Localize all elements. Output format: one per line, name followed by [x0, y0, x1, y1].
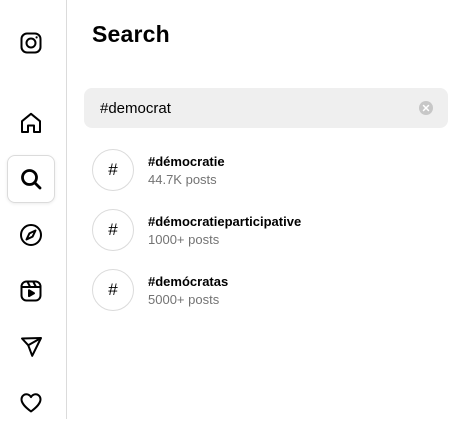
- search-icon[interactable]: [7, 155, 55, 203]
- hashtag-name: #démocratie: [148, 154, 225, 169]
- hashtag-name: #demócratas: [148, 274, 229, 289]
- search-panel: Search # #démocratie 44.7K posts # #démo…: [68, 0, 462, 419]
- instagram-logo-icon[interactable]: [7, 19, 55, 67]
- home-icon[interactable]: [7, 99, 55, 147]
- search-box: [84, 88, 448, 128]
- messages-send-icon[interactable]: [7, 323, 55, 371]
- hashtag-post-count: 44.7K posts: [148, 172, 217, 187]
- hashtag-icon: #: [92, 209, 134, 251]
- search-result-item[interactable]: # #demócratas 5000+ posts: [92, 265, 448, 325]
- explore-compass-icon[interactable]: [7, 211, 55, 259]
- search-result-item[interactable]: # #démocratie 44.7K posts: [92, 145, 448, 205]
- sidebar-nav: [0, 0, 67, 419]
- hashtag-post-count: 1000+ posts: [148, 232, 220, 247]
- hashtag-name: #démocratieparticipative: [148, 214, 302, 229]
- clear-search-icon[interactable]: [419, 101, 433, 115]
- hashtag-icon: #: [92, 149, 134, 191]
- reels-icon[interactable]: [7, 267, 55, 315]
- search-result-item[interactable]: # #démocratieparticipative 1000+ posts: [92, 205, 448, 265]
- notifications-heart-icon[interactable]: [7, 379, 55, 427]
- search-results-list: # #démocratie 44.7K posts # #démocratiep…: [92, 145, 448, 325]
- hashtag-post-count: 5000+ posts: [148, 292, 220, 307]
- hashtag-icon: #: [92, 269, 134, 311]
- page-title: Search: [92, 21, 170, 47]
- search-input[interactable]: [84, 88, 404, 128]
